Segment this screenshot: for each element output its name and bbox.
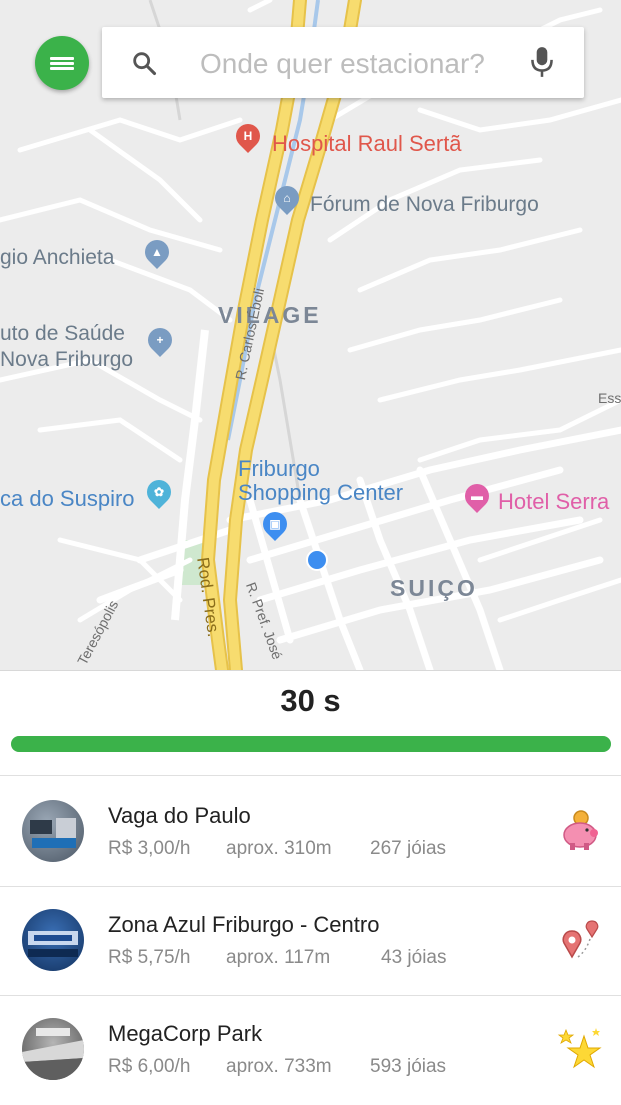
map-label-hospital[interactable]: Hospital Raul Sertã [272, 131, 462, 157]
school-pin-icon[interactable]: ▲ [140, 235, 174, 269]
search-icon[interactable] [130, 49, 158, 77]
map-label-suspiro[interactable]: ca do Suspiro [0, 486, 135, 512]
parking-price: R$ 5,75/h [108, 947, 191, 968]
countdown-progress-bar [11, 736, 611, 752]
parking-distance: aprox. 117m [226, 947, 331, 968]
map-label-shopping-line1[interactable]: Friburgo [238, 456, 320, 482]
parking-list-item[interactable]: MegaCorp Park R$ 6,00/h aprox. 733m 593 … [0, 996, 621, 1104]
parking-distance: aprox. 310m [226, 838, 332, 859]
parking-jewels: 593 jóias [370, 1056, 447, 1077]
hamburger-icon [50, 55, 74, 72]
piggy-bank-icon [563, 810, 598, 850]
progress-fill [11, 736, 611, 752]
parking-avatar [22, 909, 84, 971]
search-bar[interactable] [102, 27, 584, 100]
map-label-saude-line2[interactable]: Nova Friburgo [0, 348, 133, 372]
street-label-ess: Ess [598, 390, 621, 406]
map-label-saude-line1[interactable]: uto de Saúde [0, 322, 125, 346]
parking-name: Vaga do Paulo [108, 803, 251, 828]
parking-jewels: 267 jóias [370, 838, 447, 859]
map-label-hotel[interactable]: Hotel Serra [498, 489, 609, 515]
parking-name: Zona Azul Friburgo - Centro [108, 912, 380, 937]
divider [0, 775, 621, 776]
hotel-pin-icon[interactable]: ▬ [460, 479, 494, 513]
parking-price: R$ 6,00/h [108, 1056, 191, 1077]
shopping-pin-icon[interactable]: ▣ [258, 507, 292, 541]
district-label-suico: SUIÇO [390, 575, 478, 601]
health-pin-icon[interactable]: + [143, 323, 177, 357]
parking-price: R$ 3,00/h [108, 838, 191, 859]
location-pins-icon [562, 920, 599, 959]
map-label-shopping-line2[interactable]: Shopping Center [238, 480, 403, 506]
parking-distance: aprox. 733m [226, 1056, 332, 1077]
hospital-pin-icon[interactable]: H [231, 119, 265, 153]
parking-name: MegaCorp Park [108, 1021, 263, 1046]
parking-jewels: 43 jóias [381, 947, 447, 968]
parking-avatar [22, 800, 84, 862]
parking-avatar [22, 1018, 84, 1080]
search-input[interactable] [198, 27, 522, 100]
current-location-dot [306, 549, 328, 571]
menu-button[interactable] [35, 36, 89, 90]
map-view[interactable]: H ⌂ ▲ + ✿ ▣ ▬ Hospital Raul Sertã Fórum … [0, 0, 621, 670]
microphone-icon[interactable] [529, 45, 555, 79]
park-pin-icon[interactable]: ✿ [142, 475, 176, 509]
stars-icon [557, 1028, 602, 1069]
parking-list-item[interactable]: Vaga do Paulo R$ 3,00/h aprox. 310m 267 … [0, 777, 621, 885]
parking-list-item[interactable]: Zona Azul Friburgo - Centro R$ 5,75/h ap… [0, 887, 621, 995]
map-label-anchieta[interactable]: gio Anchieta [0, 246, 114, 270]
district-label-vilage: VILAGE [218, 302, 322, 328]
forum-pin-icon[interactable]: ⌂ [270, 181, 304, 215]
countdown-timer: 30 s [280, 683, 341, 718]
map-label-forum[interactable]: Fórum de Nova Friburgo [310, 193, 539, 217]
